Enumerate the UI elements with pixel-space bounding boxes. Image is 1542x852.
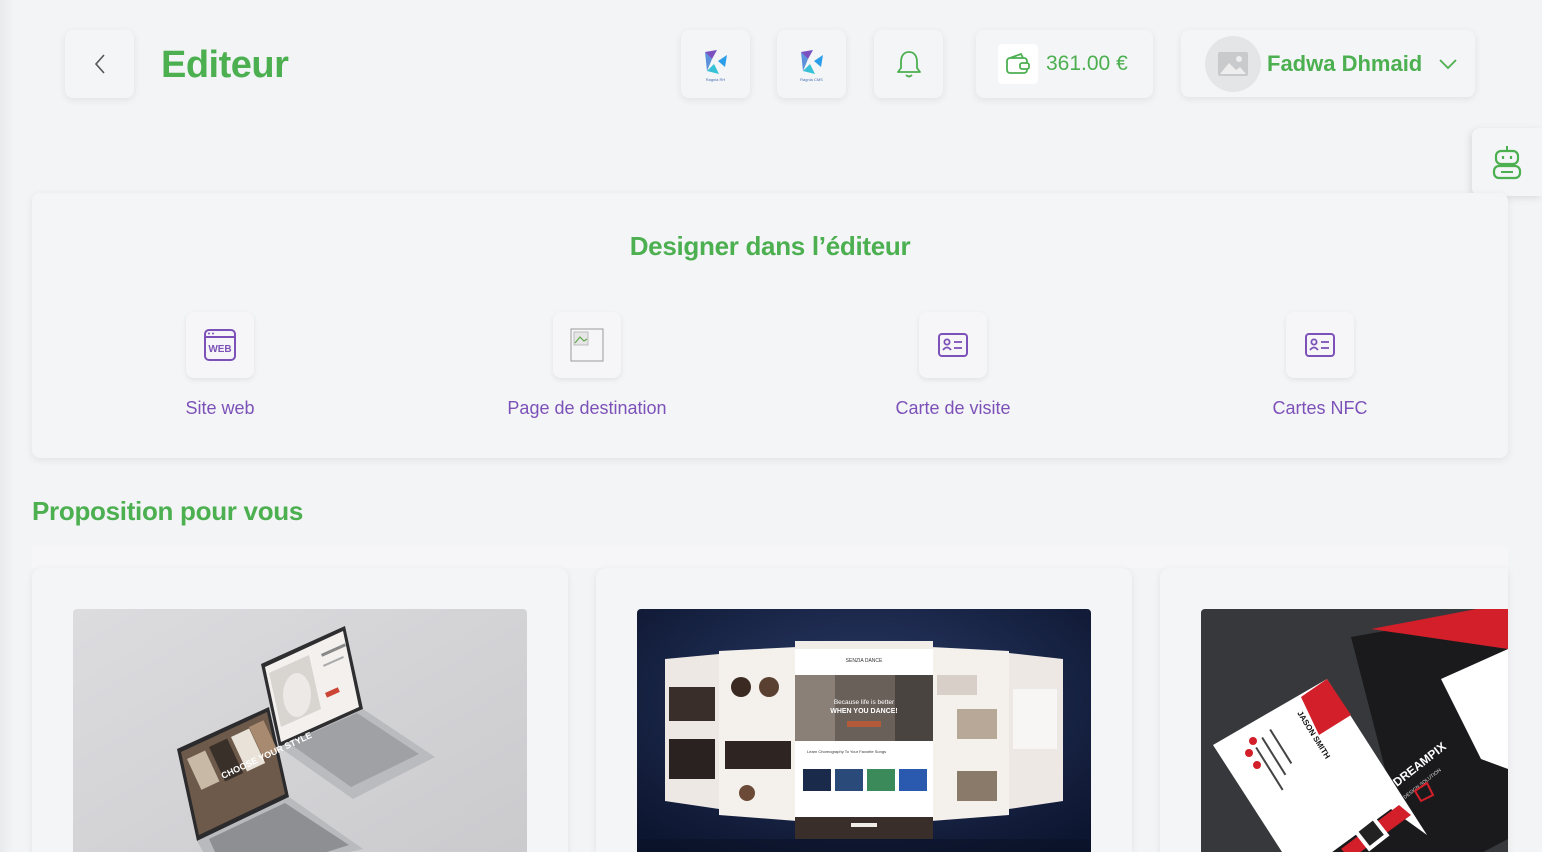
laptop-mockup-image: CHOOSE YOUR STYLE — [73, 609, 527, 852]
chatbot-button[interactable] — [1472, 128, 1542, 196]
image-placeholder-icon — [1218, 51, 1248, 76]
page-title: Editeur — [161, 44, 289, 86]
mockup-headline: Because life is better — [834, 699, 895, 706]
logo-caption: Ragnia CMS — [800, 76, 823, 82]
ragnia-cms-logo-button[interactable]: Ragnia CMS — [777, 30, 846, 98]
wallet-amount: 361.00 € — [1046, 52, 1128, 75]
avatar — [1205, 35, 1261, 92]
carousel-track — [32, 546, 1508, 568]
option-business-card[interactable]: Carte de visite — [843, 312, 1063, 419]
option-label: Carte de visite — [895, 398, 1011, 418]
chevron-down-icon — [1439, 58, 1457, 69]
wallet-balance[interactable]: 361.00 € — [976, 30, 1153, 98]
robot-icon — [1492, 146, 1522, 180]
notifications-button[interactable] — [874, 30, 943, 98]
option-label: Page de destination — [507, 398, 667, 418]
chevron-left-icon — [94, 54, 105, 74]
proposal-card-website[interactable]: CHOOSE YOUR STYLE — [32, 568, 568, 852]
svg-text:WEB: WEB — [208, 344, 231, 355]
id-card-icon — [1286, 312, 1354, 378]
user-menu[interactable]: Fadwa Dhmaid — [1181, 30, 1475, 97]
business-card-mockup-image: JASON SMITH DREAMPIX DESIGN SOLUTION — [1201, 609, 1508, 852]
option-site-web[interactable]: WEB Site web — [110, 312, 330, 419]
back-button[interactable] — [65, 30, 134, 98]
option-label: Cartes NFC — [1272, 398, 1368, 418]
option-landing-page[interactable]: Page de destination — [477, 312, 697, 419]
user-name: Fadwa Dhmaid — [1267, 50, 1423, 76]
dance-site-mockup-image: SENZIA DANCE Because life is better WHEN… — [637, 609, 1091, 852]
wallet-icon — [998, 44, 1038, 84]
ragnia-logo-icon — [704, 49, 727, 74]
option-nfc-cards[interactable]: Cartes NFC — [1210, 312, 1430, 419]
proposals-title: Proposition pour vous — [32, 496, 304, 526]
left-edge-shadow — [0, 0, 14, 852]
mockup-section: Learn Choreography To Your Favorite Song… — [807, 749, 886, 754]
mockup-brand: SENZIA DANCE — [846, 658, 883, 664]
mockup-headline2: WHEN YOU DANCE! — [830, 708, 898, 715]
web-icon: WEB — [186, 312, 254, 378]
option-label: Site web — [185, 398, 255, 418]
bell-icon — [896, 51, 921, 78]
broken-image-icon — [553, 312, 621, 378]
ragnia-logo-icon — [800, 49, 823, 74]
proposal-card-business-card[interactable]: JASON SMITH DREAMPIX DESIGN SOLUTION — [1160, 568, 1508, 852]
proposal-card-landing-page[interactable]: SENZIA DANCE Because life is better WHEN… — [596, 568, 1132, 852]
id-card-icon — [919, 312, 987, 378]
design-in-editor-panel: Designer dans l’éditeur WEB Site web Pag… — [32, 193, 1508, 458]
ragnia-rh-logo-button[interactable]: Ragnia RH — [681, 30, 750, 98]
design-panel-title: Designer dans l’éditeur — [629, 231, 911, 261]
logo-caption: Ragnia RH — [705, 76, 726, 82]
